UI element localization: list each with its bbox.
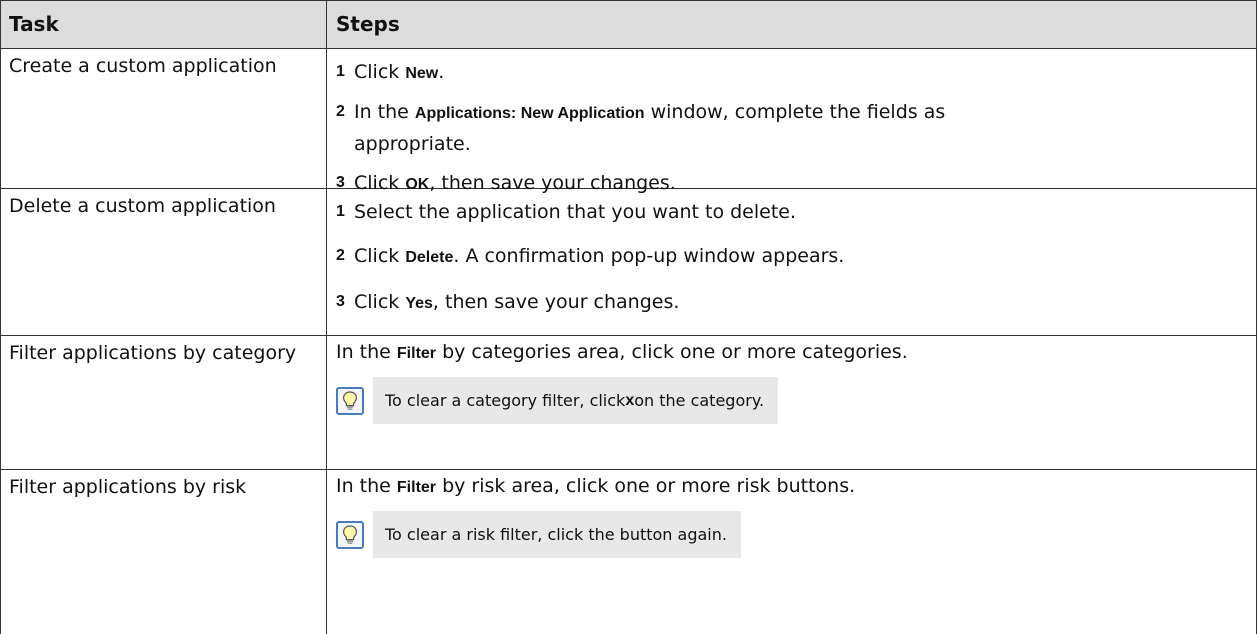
step-number: 1 (336, 63, 345, 80)
task-cell: Filter applications by category (0, 336, 327, 469)
table-header: Task Steps (0, 0, 1257, 49)
step: 1 Click New. (336, 57, 1247, 89)
step-text: Click (354, 61, 406, 83)
tip-text: To clear a risk filter, click the button… (373, 511, 741, 558)
steps-cell: In the Filter by risk area, click one or… (327, 470, 1257, 634)
ui-term: Applications: New Application (414, 105, 645, 122)
step-number: 1 (336, 203, 345, 220)
task-cell: Filter applications by risk (0, 470, 327, 634)
ui-term: x (625, 391, 635, 409)
header-steps: Steps (327, 1, 1257, 48)
table-row: Filter applications by risk In the Filte… (0, 470, 1257, 634)
steps-cell: 1 Select the application that you want t… (327, 189, 1257, 335)
step-number: 2 (336, 247, 345, 264)
task-cell: Create a custom application (0, 49, 327, 188)
table-row: Create a custom application 1 Click New.… (0, 49, 1257, 194)
step-text: window, complete the fields as (644, 101, 946, 123)
table-row: Filter applications by category In the F… (0, 336, 1257, 470)
step: 2 In the Applications: New Application w… (336, 97, 1247, 159)
lightbulb-icon (336, 386, 364, 415)
steps-cell: 1 Click New. 2 In the Applications: New … (327, 49, 1257, 194)
task-table: Task Steps Create a custom application 1… (0, 0, 1257, 634)
step-number: 3 (336, 293, 345, 310)
step: 1 Select the application that you want t… (336, 197, 1247, 227)
tip-note: To clear a risk filter, click the button… (336, 511, 1247, 558)
step-text: Click (354, 245, 406, 267)
ui-term: Yes (405, 295, 433, 312)
step-text: Click (354, 291, 406, 313)
ui-term: Filter (396, 479, 437, 496)
ui-term: New (405, 65, 439, 82)
step: 3 Click Yes, then save your changes. (336, 287, 1247, 319)
step-text: . A confirmation pop-up window appears. (453, 245, 845, 267)
step-text: In the Filter by categories area, click … (336, 341, 908, 363)
step-text: . (438, 61, 445, 83)
task-cell: Delete a custom application (0, 189, 327, 335)
step-text: In the Filter by risk area, click one or… (336, 475, 856, 497)
tip-note: To clear a category filter, click x on t… (336, 377, 1247, 424)
table-row: Delete a custom application 1 Select the… (0, 189, 1257, 336)
tip-text: To clear a category filter, click x on t… (373, 377, 779, 424)
header-task: Task (0, 1, 327, 48)
ui-term: Delete (405, 249, 454, 266)
step-text: In the (354, 101, 415, 123)
steps-cell: In the Filter by categories area, click … (327, 336, 1257, 469)
step-text: Select the application that you want to … (354, 201, 797, 223)
step-text: , then save your changes. (432, 291, 680, 313)
lightbulb-icon (336, 520, 364, 549)
step-number: 2 (336, 103, 345, 120)
step-text: appropriate. (354, 133, 471, 155)
step: 2 Click Delete. A confirmation pop-up wi… (336, 241, 1247, 273)
ui-term: Filter (396, 345, 437, 362)
